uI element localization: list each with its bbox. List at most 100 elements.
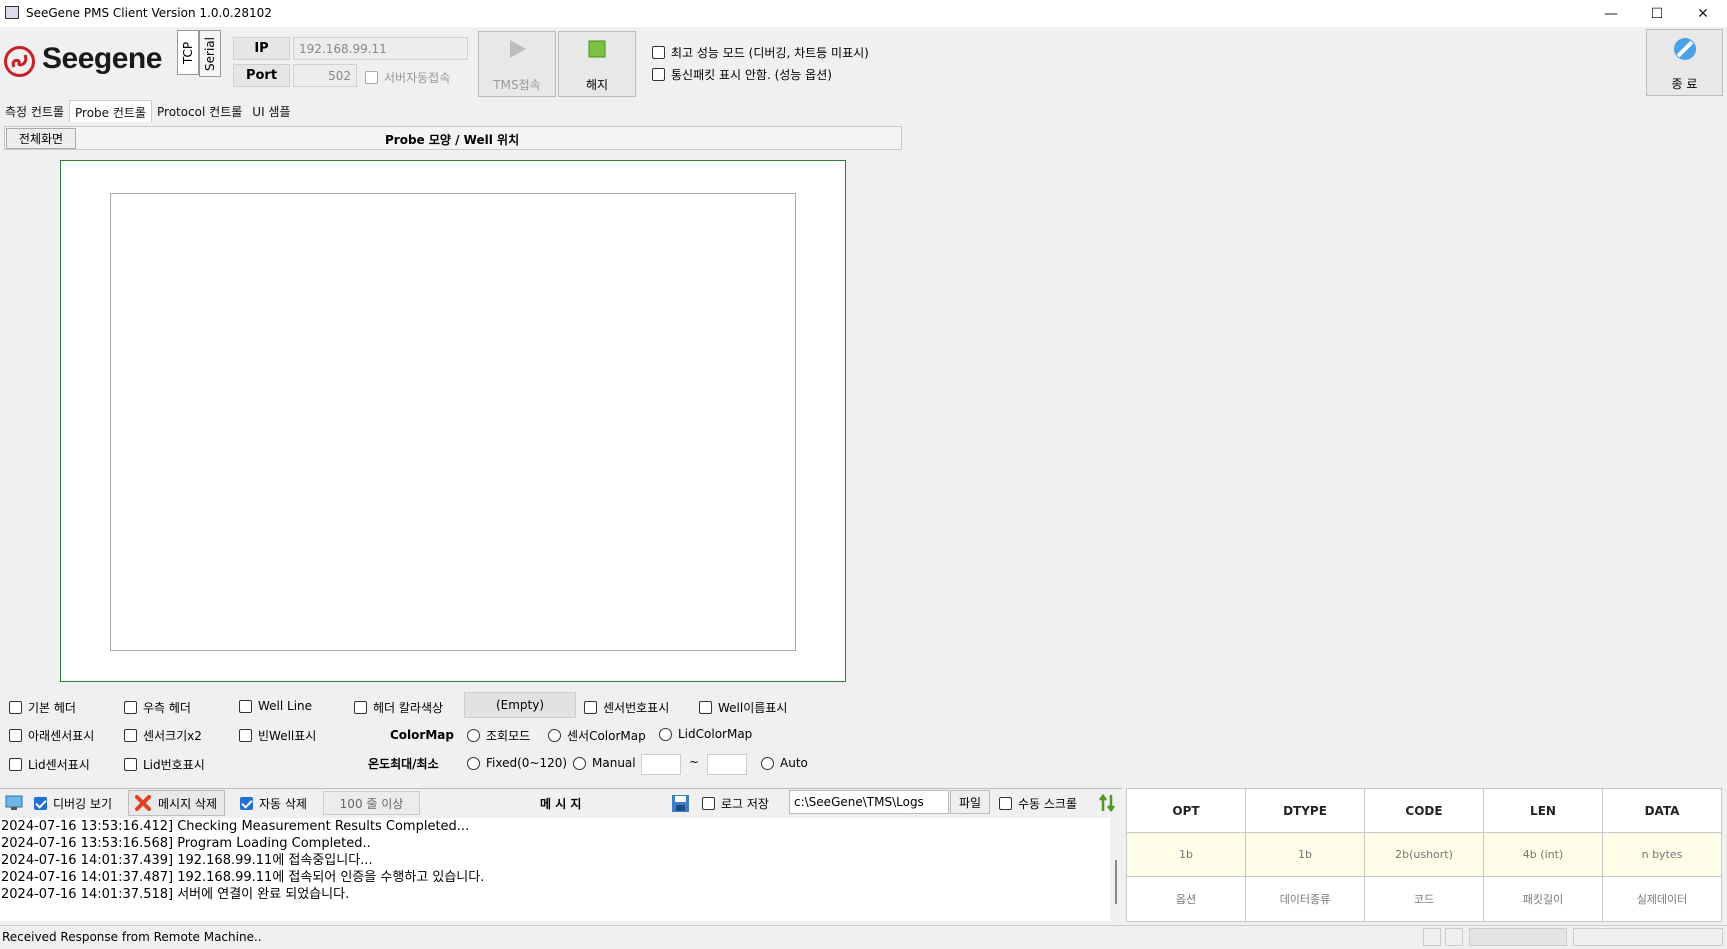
packet-name-cell: 실제데이터 [1602, 876, 1722, 922]
tab-protocol-control[interactable]: Protocol 컨트롤 [152, 100, 247, 122]
app-icon [5, 6, 19, 19]
port-label: Port [233, 64, 290, 87]
log-scrollbar[interactable] [1115, 860, 1117, 904]
right-header-label: 우측 헤더 [143, 701, 191, 715]
minimize-button[interactable]: — [1588, 0, 1634, 27]
log-line: 2024-07-16 13:53:16.568] Program Loading… [1, 836, 371, 851]
sort-arrows-icon[interactable] [1098, 793, 1116, 816]
ip-label: IP [233, 37, 290, 60]
delete-messages-label: 메시지 삭제 [158, 796, 218, 811]
lid-number-option[interactable]: Lid번호표시 [124, 756, 205, 773]
header-color-checkbox[interactable] [354, 701, 367, 714]
manual-scroll-checkbox[interactable] [999, 797, 1012, 810]
header-color-select[interactable]: (Empty) [464, 692, 576, 718]
auto-connect-option[interactable]: 서버자동접속 [365, 69, 450, 86]
auto-range-option[interactable]: Auto [761, 756, 808, 770]
temperature-range-label: 온도최대/최소 [368, 757, 439, 771]
fullscreen-button[interactable]: 전체화면 [6, 128, 76, 149]
probe-header: 전체화면 Probe 모양 / Well 위치 [4, 126, 902, 150]
main-tabs: 측정 컨트롤 Probe 컨트롤 Protocol 컨트롤 UI 샘플 [0, 100, 296, 122]
empty-well-checkbox[interactable] [239, 729, 252, 742]
bottom-sensor-checkbox[interactable] [9, 729, 22, 742]
sensor-number-checkbox[interactable] [584, 701, 597, 714]
messages-title: 메 시 지 [540, 797, 582, 811]
lid-number-checkbox[interactable] [124, 758, 137, 771]
disconnect-button[interactable]: 해지 [558, 31, 636, 97]
well-name-checkbox[interactable] [699, 701, 712, 714]
save-icon[interactable] [671, 794, 690, 816]
close-button[interactable]: ✕ [1680, 0, 1726, 27]
lid-colormap-radio[interactable] [659, 727, 672, 741]
monitor-icon[interactable] [5, 795, 23, 814]
manual-range-option[interactable]: Manual [573, 756, 636, 770]
tms-connect-button[interactable]: TMS접속 [478, 31, 556, 97]
packet-header-dtype: DTYPE [1245, 788, 1365, 833]
auto-connect-checkbox[interactable] [365, 71, 378, 84]
tab-probe-control[interactable]: Probe 컨트롤 [69, 100, 152, 122]
sensor-number-option[interactable]: 센서번호표시 [584, 699, 669, 716]
max-performance-checkbox[interactable] [652, 46, 665, 59]
probe-title: Probe 모양 / Well 위치 [385, 133, 520, 147]
log-path-input[interactable]: c:\SeeGene\TMS\Logs [789, 790, 949, 814]
debug-view-checkbox[interactable] [34, 797, 47, 810]
sensor-size-checkbox[interactable] [124, 729, 137, 742]
probe-plate-area[interactable] [110, 193, 796, 651]
well-line-option[interactable]: Well Line [239, 699, 312, 713]
well-name-option[interactable]: Well이름표시 [699, 699, 787, 716]
view-mode-radio[interactable] [467, 729, 480, 742]
fixed-range-option[interactable]: Fixed(0~120) [467, 756, 567, 770]
basic-header-checkbox[interactable] [9, 701, 22, 714]
file-button[interactable]: 파일 [950, 790, 990, 814]
empty-well-option[interactable]: 빈Well표시 [239, 727, 316, 744]
lid-sensor-checkbox[interactable] [9, 758, 22, 771]
port-input[interactable]: 502 [293, 64, 357, 87]
auto-range-radio[interactable] [761, 756, 774, 770]
hide-packet-checkbox[interactable] [652, 68, 665, 81]
save-log-checkbox[interactable] [702, 797, 715, 810]
lid-sensor-option[interactable]: Lid센서표시 [9, 756, 90, 773]
tcp-tab[interactable]: TCP [177, 30, 199, 75]
sensor-colormap-option[interactable]: 센서ColorMap [548, 727, 646, 744]
maximize-button[interactable]: ☐ [1634, 0, 1680, 27]
well-line-checkbox[interactable] [239, 699, 252, 713]
disconnect-label: 해지 [585, 78, 609, 92]
right-header-checkbox[interactable] [124, 701, 137, 714]
save-log-option[interactable]: 로그 저장 [702, 795, 769, 812]
basic-header-option[interactable]: 기본 헤더 [9, 699, 76, 716]
header-color-label: 헤더 칼라색상 [373, 701, 444, 715]
debug-view-option[interactable]: 디버깅 보기 [34, 795, 112, 812]
exit-button[interactable]: 종 료 [1646, 29, 1723, 96]
line-limit-input[interactable]: 100 줄 이상 [323, 791, 420, 815]
manual-range-radio[interactable] [573, 756, 586, 770]
delete-messages-button[interactable]: 메시지 삭제 [128, 790, 225, 816]
hide-packet-option[interactable]: 통신패킷 표시 안함. (성능 옵션) [652, 66, 832, 83]
sensor-colormap-radio[interactable] [548, 729, 561, 742]
max-performance-option[interactable]: 최고 성능 모드 (디버깅, 차트등 미표시) [652, 44, 869, 61]
bottom-sensor-option[interactable]: 아래센서표시 [9, 727, 94, 744]
lid-colormap-option[interactable]: LidColorMap [659, 727, 752, 741]
right-header-option[interactable]: 우측 헤더 [124, 699, 191, 716]
auto-delete-checkbox[interactable] [240, 797, 253, 810]
log-list[interactable]: 2024-07-16 13:53:16.412] Checking Measur… [0, 818, 1110, 921]
packet-format-table: OPT DTYPE CODE LEN DATA 1b 1b 2b(ushort)… [1126, 788, 1722, 922]
ip-input[interactable]: 192.168.99.11 [293, 37, 468, 60]
header-color-option[interactable]: 헤더 칼라색상 [354, 699, 443, 716]
packet-name-cell: 패킷길이 [1483, 876, 1603, 922]
manual-scroll-option[interactable]: 수동 스크롤 [999, 795, 1077, 812]
auto-delete-label: 자동 삭제 [259, 797, 307, 811]
serial-tab[interactable]: Serial [199, 30, 221, 77]
status-segment [1445, 928, 1463, 946]
temp-min-input[interactable] [641, 754, 681, 775]
auto-delete-option[interactable]: 자동 삭제 [240, 795, 307, 812]
status-text: Received Response from Remote Machine.. [2, 930, 262, 944]
sensor-size-option[interactable]: 센서크기x2 [124, 727, 202, 744]
temp-max-input[interactable] [707, 754, 747, 775]
fixed-range-radio[interactable] [467, 756, 480, 770]
view-mode-option[interactable]: 조회모드 [467, 727, 530, 744]
logo-text: Seegene [42, 42, 162, 75]
tab-measurement-control[interactable]: 측정 컨트롤 [0, 100, 69, 122]
packet-header-code: CODE [1364, 788, 1484, 833]
tab-ui-sample[interactable]: UI 샘플 [247, 100, 295, 122]
colormap-label: ColorMap [390, 728, 454, 742]
seegene-logo: Seegene [4, 42, 174, 82]
